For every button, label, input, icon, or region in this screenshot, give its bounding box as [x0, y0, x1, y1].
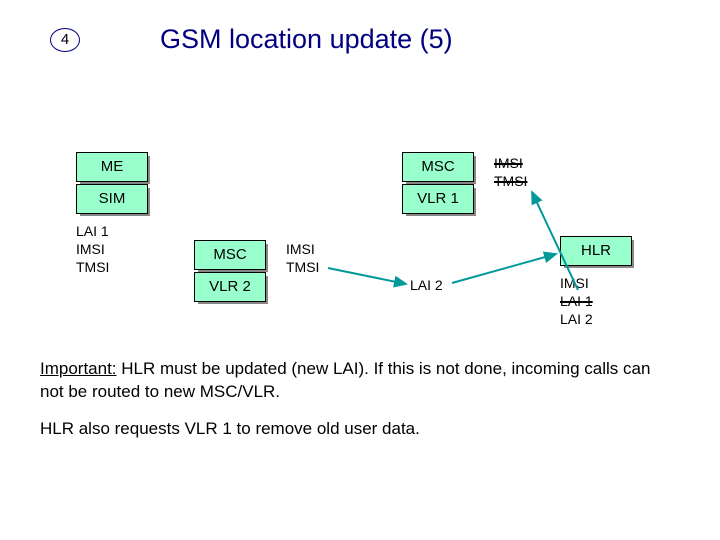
vlr1-data-imsi: IMSI	[494, 154, 527, 172]
slide-number-badge: 4	[50, 28, 80, 52]
hlr-data: IMSI LAI 1 LAI 2	[560, 274, 593, 329]
para-1: Important: HLR must be updated (new LAI)…	[40, 358, 660, 404]
box-vlr2: VLR 2	[194, 272, 266, 302]
hlr-data-lai1: LAI 1	[560, 292, 593, 310]
sim-data-imsi: IMSI	[76, 240, 109, 258]
para-2: HLR also requests VLR 1 to remove old us…	[40, 418, 660, 441]
para-1-rest: HLR must be updated (new LAI). If this i…	[40, 359, 650, 401]
para-1-prefix: Important:	[40, 359, 117, 378]
sim-data-tmsi: TMSI	[76, 258, 109, 276]
box-sim: SIM	[76, 184, 148, 214]
vlr1-data-tmsi: TMSI	[494, 172, 527, 190]
vlr2-data-lai2: LAI 2	[410, 276, 443, 294]
slide-title: GSM location update (5)	[160, 24, 453, 55]
vlr2-data-tmsi: TMSI	[286, 258, 319, 276]
vlr2-data-imsi: IMSI	[286, 240, 319, 258]
vlr1-data: IMSI TMSI	[494, 154, 527, 190]
vlr2-data-left: IMSI TMSI	[286, 240, 319, 276]
box-vlr1: VLR 1	[402, 184, 474, 214]
sim-data-lai1: LAI 1	[76, 222, 109, 240]
box-msc-a: MSC	[402, 152, 474, 182]
box-me: ME	[76, 152, 148, 182]
hlr-data-imsi: IMSI	[560, 274, 593, 292]
sim-data: LAI 1 IMSI TMSI	[76, 222, 109, 277]
hlr-data-lai2: LAI 2	[560, 310, 593, 328]
box-hlr: HLR	[560, 236, 632, 266]
box-msc-b: MSC	[194, 240, 266, 270]
